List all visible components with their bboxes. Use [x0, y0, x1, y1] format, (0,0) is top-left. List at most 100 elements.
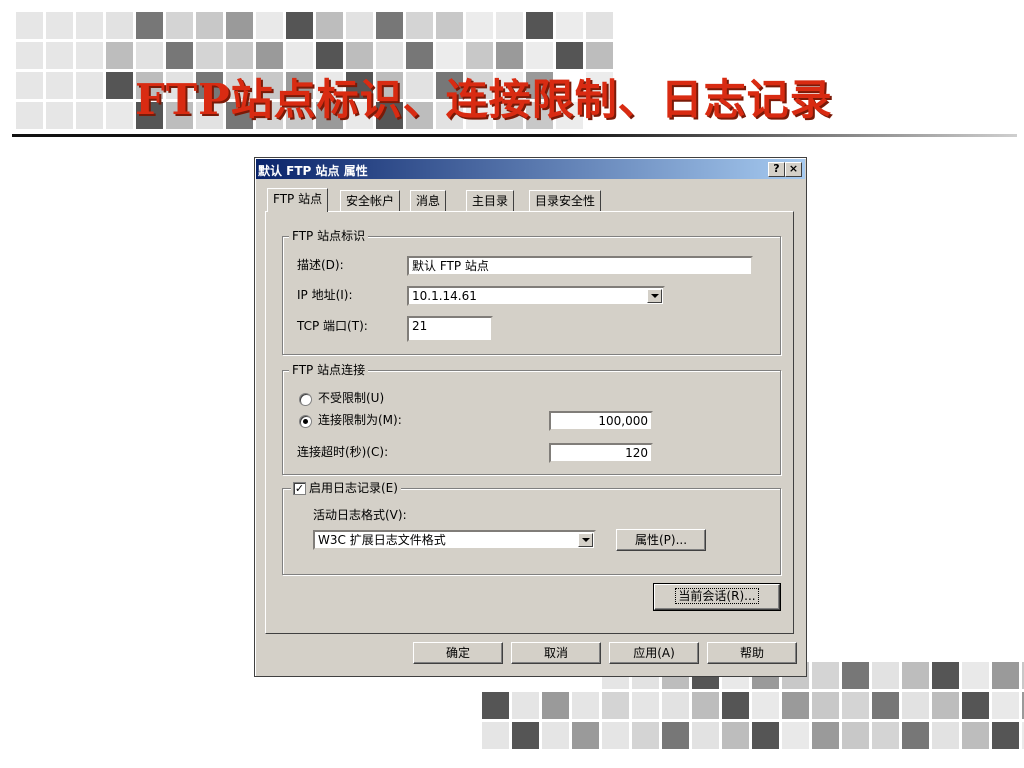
decorative-tile [992, 722, 1019, 749]
title-divider [12, 134, 1017, 137]
log-format-label: 活动日志格式(V): [313, 508, 407, 522]
current-sessions-button[interactable]: 当前会话(R)... [653, 583, 781, 611]
decorative-tile [256, 42, 283, 69]
decorative-tile [692, 722, 719, 749]
decorative-tile [782, 692, 809, 719]
limited-to-label[interactable]: 连接限制为(M): [318, 412, 402, 428]
decorative-tile [482, 722, 509, 749]
decorative-tile [76, 72, 103, 99]
decorative-tile [662, 722, 689, 749]
tab-messages[interactable]: 消息 [410, 190, 447, 212]
decorative-tile [602, 722, 629, 749]
decorative-tile [16, 42, 43, 69]
decorative-tile [632, 722, 659, 749]
decorative-tile [992, 692, 1019, 719]
help-icon-button[interactable]: ? [768, 162, 785, 177]
log-properties-button[interactable]: 属性(P)... [616, 529, 706, 551]
decorative-tile [466, 12, 493, 39]
decorative-tile [842, 692, 869, 719]
decorative-tile [106, 12, 133, 39]
ip-address-select[interactable]: 10.1.14.61 [407, 286, 665, 306]
decorative-tile [76, 102, 103, 129]
site-connections-group: FTP 站点连接 不受限制(U) 连接限制为(M): 100,000 连接超时(… [282, 363, 781, 475]
decorative-tile [496, 12, 523, 39]
ip-address-value: 10.1.14.61 [412, 289, 477, 303]
tab-home-directory[interactable]: 主目录 [466, 190, 515, 212]
decorative-tile [872, 692, 899, 719]
decorative-tile [572, 692, 599, 719]
decorative-tile [286, 12, 313, 39]
close-icon-button[interactable]: × [785, 162, 802, 177]
decorative-tile [662, 692, 689, 719]
cancel-button[interactable]: 取消 [511, 642, 601, 664]
decorative-tile [902, 662, 929, 689]
chevron-down-icon[interactable] [578, 533, 593, 547]
properties-dialog: 默认 FTP 站点 属性 ? × FTP 站点 安全帐户 消息 主目录 目录安全… [254, 157, 807, 677]
description-input[interactable]: 默认 FTP 站点 [407, 256, 753, 276]
unlimited-label[interactable]: 不受限制(U) [318, 390, 384, 406]
decorative-tile [106, 42, 133, 69]
decorative-tile [586, 42, 613, 69]
decorative-tile [752, 692, 779, 719]
group-legend: FTP 站点连接 [289, 363, 369, 377]
decorative-tile [406, 12, 433, 39]
decorative-tile [286, 42, 313, 69]
decorative-tile [346, 42, 373, 69]
decorative-tile [316, 42, 343, 69]
decorative-tile [256, 12, 283, 39]
decorative-tile [812, 722, 839, 749]
connection-limit-input[interactable]: 100,000 [549, 411, 653, 431]
decorative-tile [166, 42, 193, 69]
decorative-tile [692, 692, 719, 719]
decorative-tile [436, 42, 463, 69]
decorative-tile [512, 722, 539, 749]
tab-security-accounts[interactable]: 安全帐户 [340, 190, 401, 212]
decorative-tile [932, 662, 959, 689]
decorative-tile [76, 42, 103, 69]
log-format-value: W3C 扩展日志文件格式 [318, 533, 446, 547]
decorative-tile [722, 722, 749, 749]
dialog-titlebar[interactable]: 默认 FTP 站点 属性 ? × [256, 159, 805, 179]
site-identification-group: FTP 站点标识 描述(D): 默认 FTP 站点 IP 地址(I): 10.1… [282, 229, 781, 355]
connection-timeout-input[interactable]: 120 [549, 443, 653, 463]
enable-logging-label[interactable]: 启用日志记录(E) [309, 481, 398, 495]
enable-logging-checkbox[interactable]: ✓ [293, 482, 306, 495]
decorative-tile [992, 662, 1019, 689]
dialog-title: 默认 FTP 站点 属性 [258, 164, 368, 178]
decorative-tile [196, 42, 223, 69]
decorative-tile [542, 722, 569, 749]
decorative-tile [812, 662, 839, 689]
ip-address-label: IP 地址(I): [297, 288, 353, 302]
decorative-tile [556, 42, 583, 69]
log-format-select[interactable]: W3C 扩展日志文件格式 [313, 530, 596, 550]
timeout-label: 连接超时(秒)(C): [297, 445, 389, 459]
decorative-tile [16, 12, 43, 39]
tcp-port-input[interactable]: 21 [407, 316, 493, 342]
decorative-tile [166, 12, 193, 39]
decorative-tile [466, 42, 493, 69]
chevron-down-icon[interactable] [647, 289, 662, 303]
logging-group: ✓ 启用日志记录(E) 活动日志格式(V): W3C 扩展日志文件格式 属性(P… [282, 481, 781, 575]
apply-button[interactable]: 应用(A) [609, 642, 699, 664]
decorative-tile [902, 722, 929, 749]
tab-ftp-site[interactable]: FTP 站点 [267, 188, 329, 212]
help-button[interactable]: 帮助 [707, 642, 797, 664]
decorative-tile [932, 722, 959, 749]
decorative-tile [46, 12, 73, 39]
decorative-tile [526, 42, 553, 69]
slide-title: FTP站点标识、连接限制、日志记录 [135, 75, 833, 124]
radio-unlimited[interactable] [299, 393, 312, 406]
decorative-tile [136, 12, 163, 39]
decorative-tile [722, 692, 749, 719]
decorative-tile [872, 662, 899, 689]
radio-limited-to[interactable] [299, 415, 312, 428]
ok-button[interactable]: 确定 [413, 642, 503, 664]
decorative-tile [376, 12, 403, 39]
tab-directory-security[interactable]: 目录安全性 [529, 190, 602, 212]
decorative-tile [962, 662, 989, 689]
tcp-port-label: TCP 端口(T): [297, 319, 368, 333]
decorative-tile [46, 42, 73, 69]
description-label: 描述(D): [297, 258, 344, 272]
decorative-tile [586, 12, 613, 39]
decorative-tile [436, 12, 463, 39]
